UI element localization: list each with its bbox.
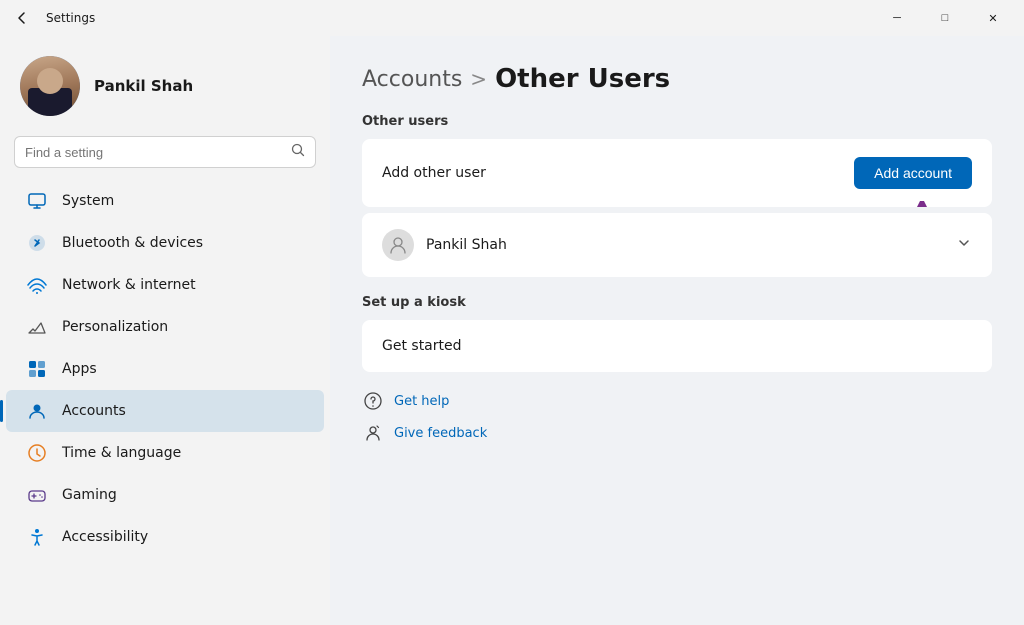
app-body: Pankil Shah System <box>0 36 1024 625</box>
kiosk-card: Get started <box>362 320 992 372</box>
system-label: System <box>62 193 304 209</box>
accounts-icon <box>26 400 48 422</box>
search-input[interactable] <box>25 145 283 160</box>
personalization-label: Personalization <box>62 319 304 335</box>
sidebar-nav: System Bluetooth & devices <box>0 180 330 558</box>
sidebar: Pankil Shah System <box>0 36 330 625</box>
add-other-user-label: Add other user <box>382 165 854 181</box>
pankil-user-row[interactable]: Pankil Shah <box>362 213 992 277</box>
bluetooth-icon <box>26 232 48 254</box>
user-display-name: Pankil Shah <box>94 77 193 95</box>
feedback-icon <box>362 422 384 444</box>
help-links: Get help Give feedback <box>362 390 992 444</box>
sidebar-item-personalization[interactable]: Personalization <box>6 306 324 348</box>
titlebar: Settings ─ □ ✕ <box>0 0 1024 36</box>
add-account-container: Add account <box>854 157 972 189</box>
user-row-name: Pankil Shah <box>426 237 944 253</box>
user-avatar-icon <box>382 229 414 261</box>
maximize-button[interactable]: □ <box>922 2 968 34</box>
gaming-label: Gaming <box>62 487 304 503</box>
sidebar-item-apps[interactable]: Apps <box>6 348 324 390</box>
back-button[interactable] <box>8 4 36 32</box>
time-icon <box>26 442 48 464</box>
kiosk-section: Set up a kiosk Get started <box>362 295 992 372</box>
accessibility-label: Accessibility <box>62 529 304 545</box>
main-content: Accounts > Other Users Other users Add o… <box>330 36 1024 625</box>
breadcrumb-separator: > <box>470 67 487 91</box>
give-feedback-label: Give feedback <box>394 426 487 441</box>
search-icon <box>291 143 305 161</box>
accounts-label: Accounts <box>62 403 304 419</box>
personalization-icon <box>26 316 48 338</box>
sidebar-item-gaming[interactable]: Gaming <box>6 474 324 516</box>
avatar-image <box>20 56 80 116</box>
bluetooth-label: Bluetooth & devices <box>62 235 304 251</box>
breadcrumb-current: Other Users <box>495 64 670 94</box>
get-started-row: Get started <box>362 320 992 372</box>
user-profile: Pankil Shah <box>0 40 330 136</box>
accessibility-icon <box>26 526 48 548</box>
sidebar-item-accessibility[interactable]: Accessibility <box>6 516 324 558</box>
close-button[interactable]: ✕ <box>970 2 1016 34</box>
avatar <box>20 56 80 116</box>
sidebar-item-accounts[interactable]: Accounts <box>6 390 324 432</box>
time-label: Time & language <box>62 445 304 461</box>
system-icon <box>26 190 48 212</box>
sidebar-item-bluetooth[interactable]: Bluetooth & devices <box>6 222 324 264</box>
annotation-arrow <box>892 201 952 207</box>
sidebar-item-network[interactable]: Network & internet <box>6 264 324 306</box>
give-feedback-link[interactable]: Give feedback <box>362 422 992 444</box>
get-help-label: Get help <box>394 394 449 409</box>
help-icon <box>362 390 384 412</box>
kiosk-section-label: Set up a kiosk <box>362 295 992 310</box>
network-label: Network & internet <box>62 277 304 293</box>
apps-label: Apps <box>62 361 304 377</box>
apps-icon <box>26 358 48 380</box>
titlebar-left: Settings <box>8 4 95 32</box>
get-help-link[interactable]: Get help <box>362 390 992 412</box>
search-box[interactable] <box>14 136 316 168</box>
add-account-button[interactable]: Add account <box>854 157 972 189</box>
breadcrumb-parent: Accounts <box>362 67 462 92</box>
add-user-card: Add other user Add account <box>362 139 992 207</box>
users-list-card: Pankil Shah <box>362 213 992 277</box>
app-title: Settings <box>46 11 95 25</box>
breadcrumb: Accounts > Other Users <box>362 64 992 94</box>
sidebar-item-time[interactable]: Time & language <box>6 432 324 474</box>
chevron-down-icon <box>956 235 972 255</box>
other-users-section-label: Other users <box>362 114 992 129</box>
add-other-user-row: Add other user Add account <box>362 139 992 207</box>
network-icon <box>26 274 48 296</box>
sidebar-item-system[interactable]: System <box>6 180 324 222</box>
window-controls: ─ □ ✕ <box>874 2 1016 34</box>
gaming-icon <box>26 484 48 506</box>
minimize-button[interactable]: ─ <box>874 2 920 34</box>
